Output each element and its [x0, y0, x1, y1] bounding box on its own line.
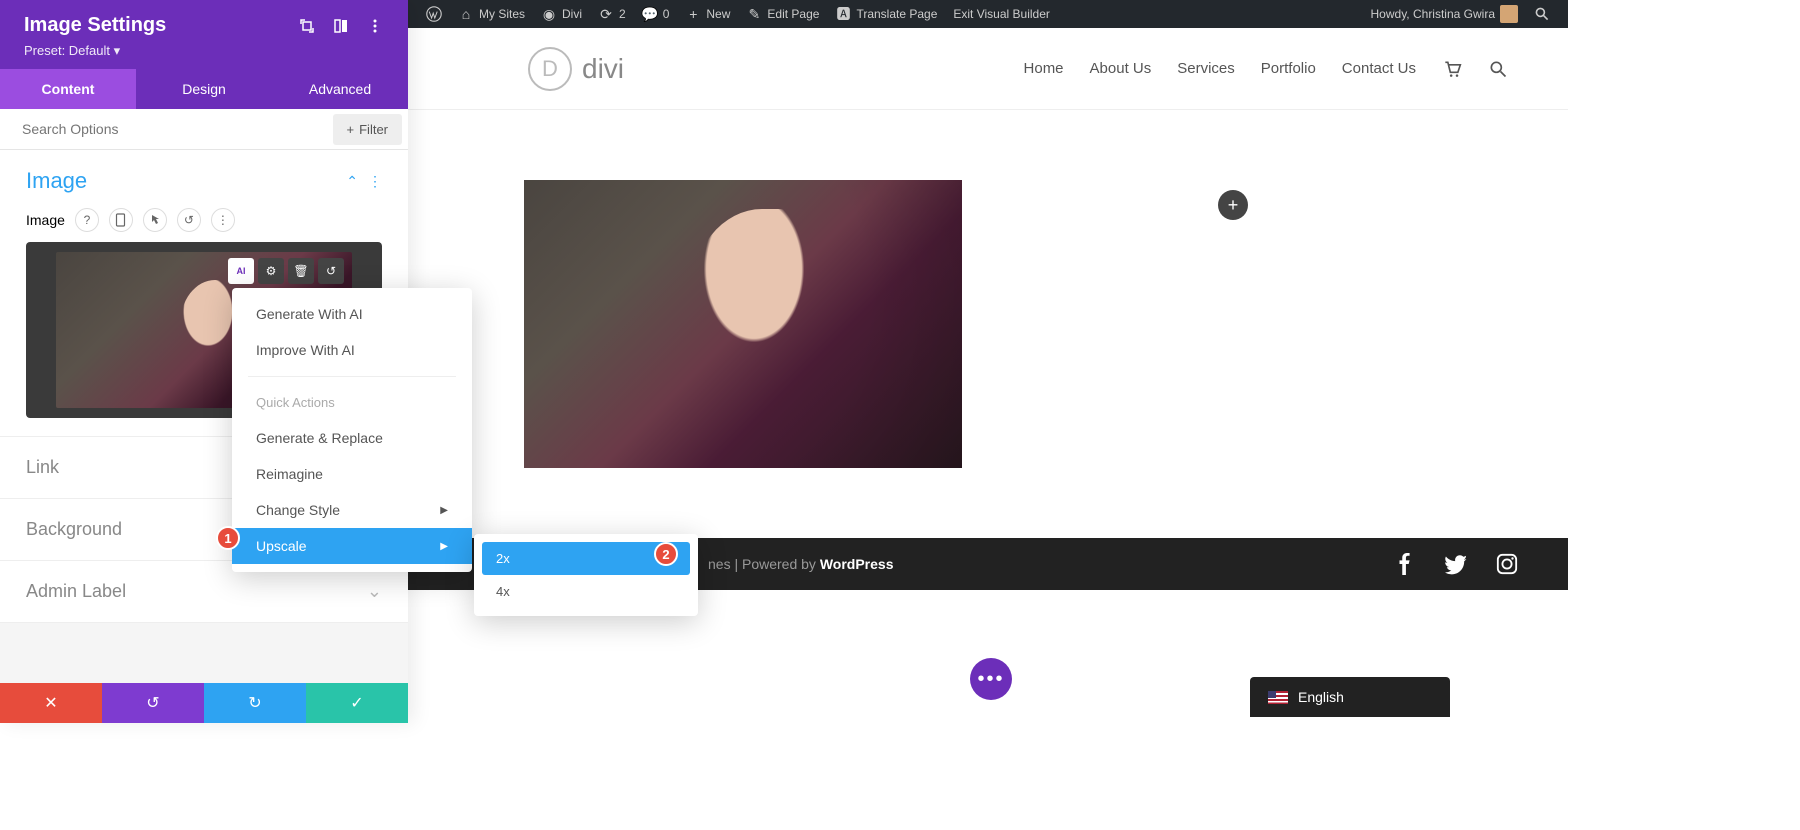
avatar — [1500, 5, 1518, 23]
pencil-icon: ✎ — [746, 6, 762, 22]
more-icon[interactable]: ⋮ — [368, 173, 382, 190]
trash-icon[interactable]: 🗑 — [288, 258, 314, 284]
ai-context-menu: Generate With AI Improve With AI Quick A… — [232, 288, 472, 572]
sites-icon: ⌂ — [458, 6, 474, 22]
chevron-right-icon: ▶ — [440, 541, 448, 552]
cancel-button[interactable]: ✕ — [0, 683, 102, 723]
translate-icon: 🅰 — [835, 6, 851, 22]
nav-contact[interactable]: Contact Us — [1342, 60, 1416, 77]
undo-button[interactable]: ↺ — [102, 683, 204, 723]
field-label: Image — [26, 212, 65, 228]
callout-badge-2: 2 — [654, 542, 678, 566]
menu-change-style[interactable]: Change Style▶ — [232, 492, 472, 528]
panel-tabs: Content Design Advanced — [0, 69, 408, 109]
chevron-right-icon: ▶ — [440, 505, 448, 516]
footer-text: nes | Powered by WordPress — [708, 556, 894, 572]
exit-vb-link[interactable]: Exit Visual Builder — [945, 0, 1058, 28]
menu-upscale[interactable]: Upscale▶ — [232, 528, 472, 564]
logo-text: divi — [582, 53, 624, 85]
search-input[interactable] — [0, 109, 333, 149]
instagram-icon[interactable] — [1496, 553, 1518, 575]
filter-button[interactable]: +Filter — [333, 114, 402, 145]
wp-logo[interactable] — [418, 0, 450, 28]
nav-about[interactable]: About Us — [1090, 60, 1152, 77]
snap-icon[interactable] — [332, 17, 350, 35]
main-nav: Home About Us Services Portfolio Contact… — [1024, 59, 1508, 79]
edit-page-link[interactable]: ✎Edit Page — [738, 0, 827, 28]
reset-icon[interactable]: ↺ — [177, 208, 201, 232]
refresh-icon: ⟳ — [598, 6, 614, 22]
logo-icon: D — [528, 47, 572, 91]
divi-fab[interactable]: ••• — [970, 658, 1012, 700]
menu-generate-ai[interactable]: Generate With AI — [232, 296, 472, 332]
add-section-button[interactable]: + — [1218, 190, 1248, 220]
page-image-module[interactable] — [524, 180, 962, 468]
panel-header: Image Settings Preset: Default ▾ — [0, 0, 408, 69]
nav-home[interactable]: Home — [1024, 60, 1064, 77]
twitter-icon[interactable] — [1444, 553, 1468, 575]
howdy-user[interactable]: Howdy, Christina Gwira — [1363, 5, 1526, 23]
tab-content[interactable]: Content — [0, 69, 136, 109]
search-icon[interactable] — [1488, 59, 1508, 79]
expand-icon[interactable] — [298, 17, 316, 35]
more-icon[interactable]: ⋮ — [211, 208, 235, 232]
gear-icon[interactable]: ⚙ — [258, 258, 284, 284]
preset-selector[interactable]: Preset: Default ▾ — [24, 43, 384, 59]
updates-link[interactable]: ⟳2 — [590, 0, 634, 28]
comments-link[interactable]: 💬0 — [634, 0, 678, 28]
hover-icon[interactable] — [143, 208, 167, 232]
search-toggle[interactable] — [1526, 6, 1558, 22]
menu-generate-replace[interactable]: Generate & Replace — [232, 420, 472, 456]
comment-icon: 💬 — [642, 6, 658, 22]
help-icon[interactable]: ? — [75, 208, 99, 232]
section-title-text: Image — [26, 168, 87, 194]
new-link[interactable]: +New — [677, 0, 738, 28]
search-icon — [1534, 6, 1550, 22]
callout-badge-1: 1 — [216, 526, 240, 550]
collapse-icon[interactable]: ⌃ — [346, 173, 358, 190]
translate-link[interactable]: 🅰Translate Page — [827, 0, 945, 28]
responsive-icon[interactable] — [109, 208, 133, 232]
search-row: +Filter — [0, 109, 408, 150]
my-sites-link[interactable]: ⌂My Sites — [450, 0, 533, 28]
menu-reimagine[interactable]: Reimagine — [232, 456, 472, 492]
ai-button[interactable]: AI — [228, 258, 254, 284]
reset-icon[interactable]: ↺ — [318, 258, 344, 284]
gauge-icon: ◉ — [541, 6, 557, 22]
menu-improve-ai[interactable]: Improve With AI — [232, 332, 472, 368]
chevron-down-icon: ⌄ — [367, 581, 382, 602]
save-button[interactable]: ✓ — [306, 683, 408, 723]
panel-title: Image Settings — [24, 14, 166, 37]
cart-icon[interactable] — [1442, 59, 1462, 79]
nav-services[interactable]: Services — [1177, 60, 1235, 77]
tab-advanced[interactable]: Advanced — [272, 69, 408, 109]
upscale-4x[interactable]: 4x — [482, 575, 690, 608]
plus-icon: + — [347, 122, 355, 137]
site-logo[interactable]: D divi — [528, 47, 624, 91]
panel-footer: ✕ ↺ ↻ ✓ — [0, 683, 408, 723]
wp-admin-bar: ⌂My Sites ◉Divi ⟳2 💬0 +New ✎Edit Page 🅰T… — [408, 0, 1568, 28]
redo-button[interactable]: ↻ — [204, 683, 306, 723]
site-header: D divi Home About Us Services Portfolio … — [408, 28, 1568, 110]
wordpress-icon — [426, 6, 442, 22]
plus-icon: + — [685, 6, 701, 22]
nav-portfolio[interactable]: Portfolio — [1261, 60, 1316, 77]
more-icon[interactable] — [366, 17, 384, 35]
language-switcher[interactable]: English — [1250, 677, 1450, 717]
tab-design[interactable]: Design — [136, 69, 272, 109]
us-flag-icon — [1268, 691, 1288, 704]
facebook-icon[interactable] — [1394, 553, 1416, 575]
divi-site-link[interactable]: ◉Divi — [533, 0, 590, 28]
menu-quick-actions-header: Quick Actions — [232, 385, 472, 420]
